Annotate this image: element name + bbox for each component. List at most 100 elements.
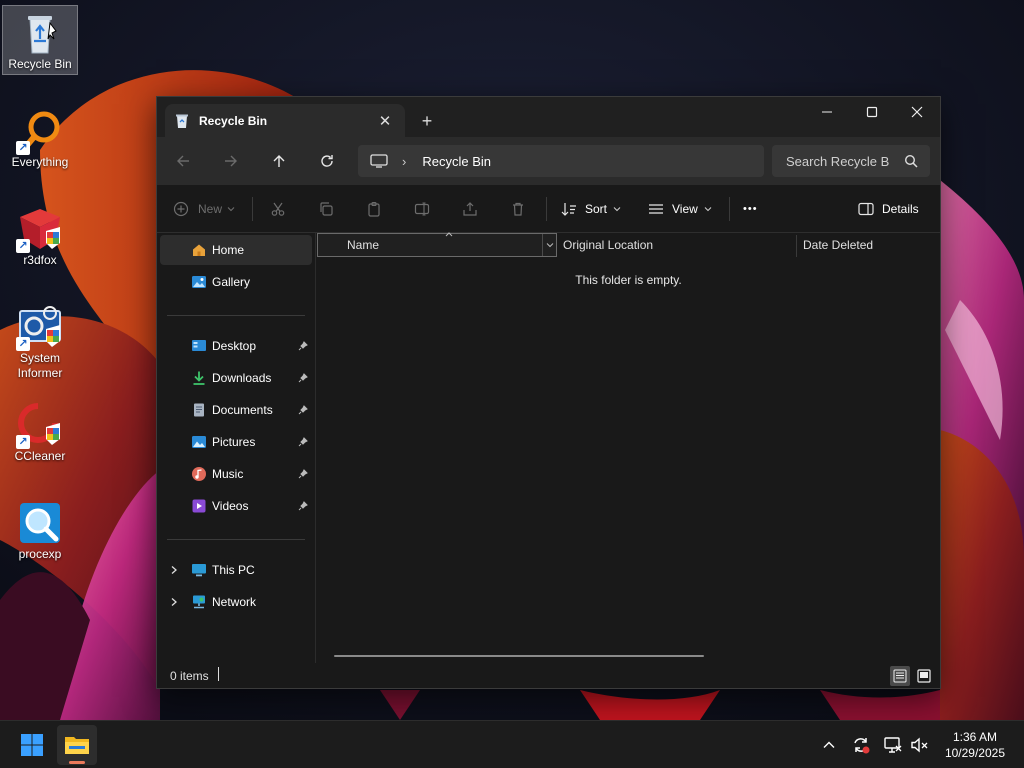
desktop-icon-system-informer[interactable]: ↗ System Informer (2, 300, 78, 384)
tab-close-button[interactable]: ✕ (373, 109, 397, 133)
file-list-pane[interactable]: Name Original Location Date Deleted This… (315, 232, 940, 663)
more-options-label: ••• (743, 203, 758, 215)
chevron-down-icon (546, 243, 553, 248)
title-bar[interactable]: Recycle Bin ✕ + (157, 97, 940, 137)
chevron-up-icon (823, 741, 835, 748)
volume-muted-icon (911, 737, 928, 753)
sidebar-divider (167, 539, 305, 540)
sync-tray-icon[interactable] (851, 735, 871, 755)
recycle-bin-icon (16, 9, 64, 57)
volume-tray-icon[interactable] (909, 735, 929, 755)
empty-folder-message: This folder is empty. (575, 273, 682, 287)
details-view-button[interactable] (890, 666, 910, 686)
network-tray-icon[interactable] (883, 735, 903, 755)
network-icon (193, 595, 205, 609)
column-header-name[interactable]: Name (317, 232, 557, 257)
system-informer-icon: ↗ (16, 303, 64, 351)
this-pc-icon (192, 564, 206, 577)
sidebar-divider (167, 315, 305, 316)
cut-button[interactable] (270, 195, 286, 223)
view-button-label: View (672, 202, 698, 216)
sidebar-item-label: Downloads (212, 371, 272, 385)
new-tab-button[interactable]: + (415, 109, 439, 133)
column-header-label: Original Location (563, 238, 654, 252)
start-button[interactable] (12, 725, 52, 765)
sidebar-item-pictures[interactable]: Pictures (160, 427, 312, 457)
everything-search-icon: ↗ (16, 107, 64, 155)
network-status-icon (884, 737, 902, 753)
back-button[interactable] (169, 147, 197, 175)
delete-button[interactable] (510, 195, 526, 223)
this-pc-icon (370, 154, 388, 168)
chevron-right-icon[interactable] (169, 597, 179, 607)
sidebar-item-music[interactable]: Music (160, 459, 312, 489)
share-button[interactable] (462, 195, 478, 223)
taskbar: 1:36 AM 10/29/2025 (0, 720, 1024, 768)
minimize-button[interactable] (804, 97, 850, 127)
sidebar-item-videos[interactable]: Videos (160, 491, 312, 521)
desktop-icon-recycle-bin[interactable]: Recycle Bin (2, 5, 78, 75)
column-divider[interactable] (796, 235, 797, 257)
recycle-bin-icon (176, 114, 188, 128)
close-window-button[interactable] (894, 97, 940, 127)
show-hidden-icons-button[interactable] (819, 735, 839, 755)
sidebar-item-downloads[interactable]: Downloads (160, 363, 312, 393)
sidebar-item-this-pc[interactable]: This PC (160, 555, 312, 585)
horizontal-scrollbar[interactable] (334, 655, 704, 657)
pin-icon (298, 373, 308, 383)
sidebar-item-label: Gallery (212, 275, 251, 289)
forward-button[interactable] (217, 147, 245, 175)
pin-icon (298, 405, 308, 415)
maximize-button[interactable] (849, 97, 895, 127)
sort-ascending-icon (445, 232, 453, 237)
sort-button-label: Sort (585, 202, 608, 216)
documents-icon (194, 403, 204, 417)
search-input[interactable] (786, 153, 890, 169)
desktop-icon-r3dfox[interactable]: ↗ r3dfox (2, 202, 78, 272)
column-header-label: Name (347, 238, 380, 252)
more-options-button[interactable]: ••• (743, 195, 758, 223)
details-pane-button[interactable]: Details (858, 195, 919, 223)
tab-recycle-bin[interactable]: Recycle Bin ✕ (165, 104, 405, 137)
ccleaner-icon: ↗ (16, 401, 64, 449)
rename-button[interactable] (414, 195, 430, 223)
sort-button[interactable]: Sort (561, 195, 621, 223)
sidebar-item-label: Home (212, 243, 245, 257)
details-button-label: Details (882, 202, 919, 216)
refresh-button[interactable] (313, 147, 341, 175)
gallery-icon (192, 276, 206, 288)
sidebar-item-gallery[interactable]: Gallery (160, 267, 312, 297)
new-button[interactable]: New (173, 195, 235, 223)
desktop-icon-everything[interactable]: ↗ Everything (2, 104, 78, 174)
sidebar-item-home[interactable]: Home (160, 235, 312, 265)
minimize-icon (822, 111, 832, 113)
sort-icon (561, 203, 576, 216)
view-button[interactable]: View (648, 195, 712, 223)
sidebar-item-network[interactable]: Network (160, 587, 312, 617)
music-icon (192, 467, 206, 481)
sidebar-item-desktop[interactable]: Desktop (160, 331, 312, 361)
search-box[interactable] (772, 145, 930, 177)
address-bar[interactable]: › Recycle Bin (358, 145, 764, 177)
rename-icon (414, 202, 430, 216)
sidebar-item-label: Pictures (212, 435, 256, 449)
share-icon (463, 202, 477, 216)
sidebar-item-label: Documents (212, 403, 273, 417)
desktop-icon-label: r3dfox (23, 253, 57, 267)
paste-button[interactable] (366, 195, 382, 223)
system-clock[interactable]: 1:36 AM 10/29/2025 (945, 729, 1005, 761)
large-icons-view-button[interactable] (914, 666, 934, 686)
column-header-original-location[interactable]: Original Location (563, 233, 795, 257)
desktop-icon-ccleaner[interactable]: ↗ CCleaner (2, 398, 78, 468)
shortcut-arrow-icon: ↗ (16, 141, 30, 155)
up-button[interactable] (265, 147, 293, 175)
copy-button[interactable] (318, 195, 334, 223)
breadcrumb-recycle-bin[interactable]: Recycle Bin (422, 154, 491, 169)
desktop-icon-procexp[interactable]: procexp (2, 496, 78, 566)
chevron-right-icon[interactable] (169, 565, 179, 575)
breadcrumb-separator[interactable]: › (402, 154, 406, 169)
sidebar-item-documents[interactable]: Documents (160, 395, 312, 425)
taskbar-file-explorer-button[interactable] (57, 725, 97, 765)
column-header-date-deleted[interactable]: Date Deleted (803, 233, 933, 257)
column-filter-button[interactable] (542, 234, 556, 256)
